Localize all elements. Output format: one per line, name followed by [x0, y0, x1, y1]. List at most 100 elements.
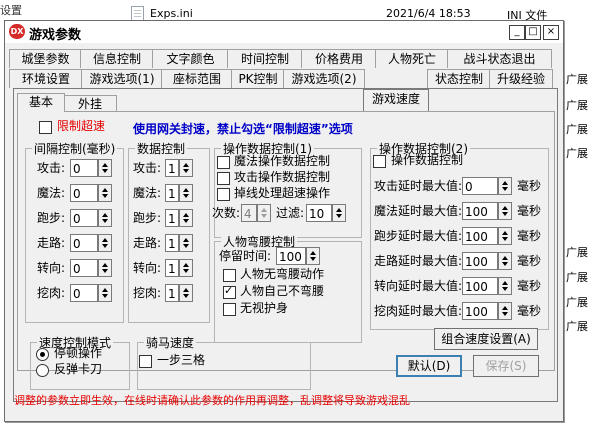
op-data-control-label[interactable]: 操作数据控制: [391, 152, 463, 168]
count-run-input[interactable]: 1: [165, 209, 179, 227]
interval-magic-spinner[interactable]: [98, 184, 112, 202]
stop-operation-label[interactable]: 停顿操作: [54, 345, 102, 361]
interval-walk-input[interactable]: 0: [70, 234, 98, 252]
tab-game-speed[interactable]: 游戏速度: [363, 89, 429, 111]
count-magic-spinner[interactable]: [179, 184, 193, 202]
tab-castle[interactable]: 城堡参数: [9, 49, 82, 68]
title-bar[interactable]: DX 游戏参数 _ □ ×: [5, 21, 563, 44]
maximize-button[interactable]: □: [525, 25, 541, 40]
minimize-button[interactable]: _: [509, 25, 525, 40]
turn-delay-input[interactable]: 100: [462, 277, 498, 295]
count-turn-label: 转向:: [133, 261, 162, 275]
default-button[interactable]: 默认(D): [396, 355, 462, 377]
count-turn-input[interactable]: 1: [165, 259, 179, 277]
three-step-label[interactable]: 一步三格: [157, 352, 205, 368]
tab-time[interactable]: 时间控制: [227, 49, 303, 68]
times-input[interactable]: 4: [241, 204, 257, 222]
ignore-shield-checkbox[interactable]: [223, 303, 236, 316]
tab-text-color[interactable]: 文字颜色: [152, 49, 229, 68]
file-name[interactable]: Exps.ini: [150, 7, 193, 20]
no-bend-action-label[interactable]: 人物无弯腰动作: [240, 266, 324, 282]
count-turn-spinner[interactable]: [179, 259, 193, 277]
tab-game-options-1[interactable]: 游戏选项(1): [81, 69, 163, 88]
tab-game-options-2[interactable]: 游戏选项(2): [283, 69, 365, 88]
close-button[interactable]: ×: [543, 25, 559, 40]
walk-delay-spinner[interactable]: [498, 252, 512, 270]
disconnect-overspeed-checkbox[interactable]: [217, 188, 230, 201]
tab-battle-exit[interactable]: 战斗状态退出: [447, 49, 552, 68]
count-run-spinner[interactable]: [179, 209, 193, 227]
tab-upgrade-exp[interactable]: 升级经验: [489, 69, 553, 88]
tab-status[interactable]: 状态控制: [427, 69, 491, 88]
footer-warning: 调整的参数立即生效，在线时请确认此参数的作用再调整，乱调整将导致游戏混乱: [14, 394, 410, 407]
interval-attack-spinner[interactable]: [98, 159, 112, 177]
filter-spinner[interactable]: [332, 204, 346, 222]
interval-dig-spinner[interactable]: [98, 284, 112, 302]
interval-turn-spinner[interactable]: [98, 259, 112, 277]
file-icon: [131, 6, 144, 21]
self-no-bend-label[interactable]: 人物自己不弯腰: [240, 283, 324, 299]
attack-delay-spinner[interactable]: [498, 177, 512, 195]
stay-time-input[interactable]: 100: [276, 247, 306, 265]
stop-operation-radio[interactable]: [36, 348, 49, 361]
attack-op-data-label[interactable]: 攻击操作数据控制: [234, 169, 330, 185]
no-bend-action-checkbox[interactable]: [223, 269, 236, 282]
walk-delay-input[interactable]: 100: [462, 252, 498, 270]
attack-op-data-checkbox[interactable]: [217, 172, 230, 185]
side-fragment: 广展: [566, 246, 588, 259]
limit-speed-checkbox[interactable]: [39, 121, 52, 134]
interval-magic-input[interactable]: 0: [70, 184, 98, 202]
turn-delay-spinner[interactable]: [498, 277, 512, 295]
dig-delay-spinner[interactable]: [498, 302, 512, 320]
magic-delay-spinner[interactable]: [498, 202, 512, 220]
tab-death[interactable]: 人物死亡: [375, 49, 449, 68]
attack-delay-input[interactable]: 0: [462, 177, 498, 195]
interval-run-spinner[interactable]: [98, 209, 112, 227]
times-spinner[interactable]: [257, 204, 271, 222]
count-dig-input[interactable]: 1: [165, 284, 179, 302]
app-icon: DX: [9, 24, 25, 39]
magic-op-data-checkbox[interactable]: [217, 156, 230, 169]
subtab-plugin[interactable]: 外挂: [63, 95, 117, 112]
three-step-checkbox[interactable]: [139, 355, 152, 368]
magic-op-data-label[interactable]: 魔法操作数据控制: [234, 153, 330, 169]
tab-environment[interactable]: 环境设置: [9, 69, 83, 88]
tab-info[interactable]: 信息控制: [80, 49, 154, 68]
combo-speed-settings-button[interactable]: 组合速度设置(A): [434, 328, 538, 350]
rebound-label[interactable]: 反弹卡刀: [54, 361, 102, 377]
left-fragment: 设置: [0, 4, 22, 17]
rebound-radio[interactable]: [36, 364, 49, 377]
magic-delay-input[interactable]: 100: [462, 202, 498, 220]
count-walk-spinner[interactable]: [179, 234, 193, 252]
side-fragment: 广展: [566, 296, 588, 309]
filter-input[interactable]: 10: [306, 204, 332, 222]
interval-run-input[interactable]: 0: [70, 209, 98, 227]
subtab-basic[interactable]: 基本: [17, 93, 65, 112]
count-attack-spinner[interactable]: [179, 159, 193, 177]
limit-speed-label[interactable]: 限制超速: [57, 118, 105, 134]
save-button[interactable]: 保存(S): [473, 355, 539, 377]
ignore-shield-label[interactable]: 无视护身: [240, 300, 288, 316]
self-no-bend-checkbox[interactable]: [223, 284, 236, 299]
disconnect-overspeed-label[interactable]: 掉线处理超速操作: [234, 185, 330, 201]
stay-time-spinner[interactable]: [306, 247, 320, 265]
count-dig-spinner[interactable]: [179, 284, 193, 302]
run-delay-label: 跑步延时最大值:: [374, 229, 463, 243]
interval-walk-spinner[interactable]: [98, 234, 112, 252]
interval-magic-label: 魔法:: [37, 186, 66, 200]
dig-delay-input[interactable]: 100: [462, 302, 498, 320]
interval-turn-input[interactable]: 0: [70, 259, 98, 277]
tab-pk[interactable]: PK控制: [231, 69, 285, 88]
dig-delay-unit: 毫秒: [517, 304, 542, 318]
interval-dig-input[interactable]: 0: [70, 284, 98, 302]
run-delay-input[interactable]: 100: [462, 227, 498, 245]
count-attack-input[interactable]: 1: [165, 159, 179, 177]
count-magic-input[interactable]: 1: [165, 184, 179, 202]
interval-attack-input[interactable]: 0: [70, 159, 98, 177]
tab-coords[interactable]: 座标范围: [161, 69, 233, 88]
op-data-control-checkbox[interactable]: [373, 155, 386, 168]
tab-price[interactable]: 价格费用: [301, 49, 377, 68]
group-title: 骑马速度: [144, 334, 197, 351]
count-walk-input[interactable]: 1: [165, 234, 179, 252]
run-delay-spinner[interactable]: [498, 227, 512, 245]
